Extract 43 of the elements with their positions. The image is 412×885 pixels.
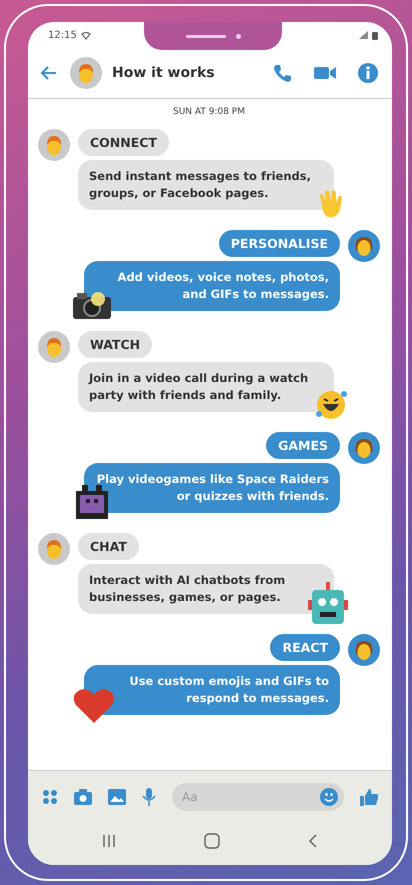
girl-avatar-icon <box>348 432 380 464</box>
message-bubble: Add videos, voice notes, photos, and GIFs to messages. <box>84 261 340 311</box>
girl-avatar-icon <box>348 230 380 262</box>
message-bubble: Play videogames like Space Raiders or quizzes with friends. <box>84 463 340 513</box>
message-timestamp: SUN AT 9:08 PM <box>173 107 245 117</box>
message-title: GAMES <box>266 432 340 459</box>
boy-avatar-icon <box>38 129 70 161</box>
phone-icon[interactable] <box>272 63 292 83</box>
laughing-face-icon <box>314 388 348 422</box>
boy-avatar-icon <box>38 331 70 363</box>
chat-title: How it works <box>112 65 216 81</box>
smiley-icon[interactable] <box>320 788 338 806</box>
boy-avatar-icon <box>70 57 102 89</box>
camera-icon[interactable] <box>74 789 92 805</box>
girl-avatar-icon <box>348 634 380 666</box>
message-title: WATCH <box>78 331 152 358</box>
back-icon[interactable] <box>308 834 318 848</box>
message-bubble: Interact with AI chatbots from businesses, games, or pages. <box>78 564 334 614</box>
robot-face-icon <box>308 582 348 624</box>
message-input-field[interactable]: Aa <box>172 783 344 811</box>
apps-grid-icon[interactable] <box>42 789 58 805</box>
message-title: CONNECT <box>78 129 169 156</box>
info-icon[interactable] <box>358 63 378 83</box>
message-bubble: Use custom emojis and GIFs to respond to messages. <box>84 665 340 715</box>
recent-apps-icon[interactable] <box>102 834 116 848</box>
message-title: REACT <box>270 634 340 661</box>
heart-icon <box>72 687 116 725</box>
image-icon[interactable] <box>108 789 126 805</box>
back-arrow-icon[interactable] <box>40 65 58 81</box>
message-title: CHAT <box>78 533 139 560</box>
message-bubble: Send instant messages to friends, groups, or Facebook pages. <box>78 160 334 210</box>
message-bubble: Join in a video call during a watch party with friends and family. <box>78 362 334 412</box>
boy-avatar-icon <box>38 533 70 565</box>
home-icon[interactable] <box>204 833 220 849</box>
video-camera-icon[interactable] <box>314 65 336 81</box>
status-time: 12:15 <box>48 30 77 40</box>
wifi-icon <box>80 30 91 40</box>
battery-icon <box>372 30 378 40</box>
message-title: PERSONALISE <box>218 230 340 257</box>
thumbs-up-icon[interactable] <box>360 788 378 806</box>
camera-icon <box>72 289 112 321</box>
signal-icon <box>359 31 368 39</box>
microphone-icon[interactable] <box>142 788 156 806</box>
